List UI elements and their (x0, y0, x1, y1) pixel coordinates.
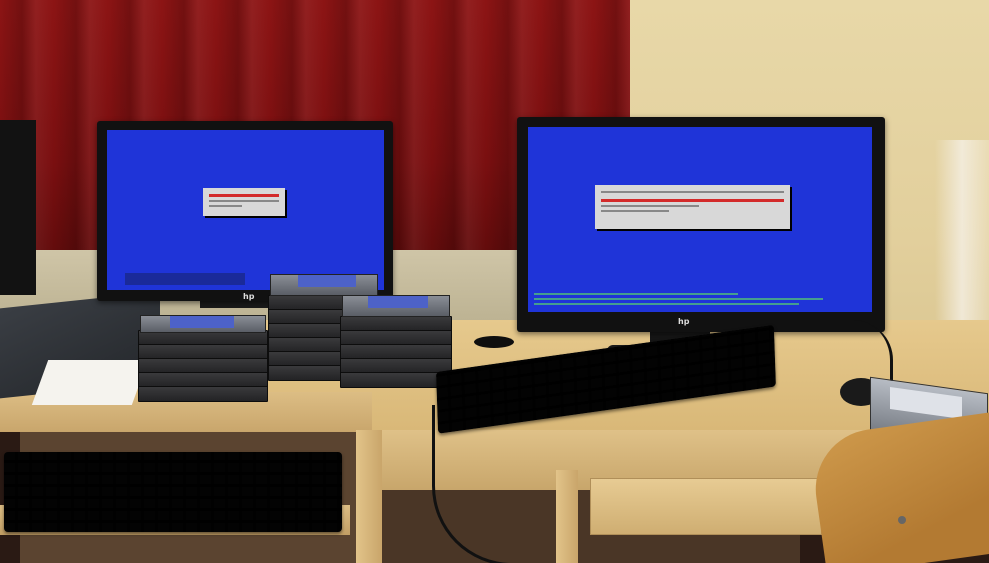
paper-sheet (31, 360, 149, 405)
left-screen-dialog (203, 188, 285, 216)
dialog-highlight-bar (601, 199, 784, 202)
right-screen-console (530, 290, 870, 312)
drive-label (298, 275, 356, 287)
dialog-text-line (601, 210, 670, 212)
drive-label (170, 316, 234, 328)
hard-drive (138, 386, 268, 402)
hp-logo: hp (243, 292, 255, 301)
partial-monitor (0, 120, 36, 295)
dialog-text-line (601, 191, 784, 193)
monitor-base-puck (474, 336, 514, 348)
drive-label (368, 296, 428, 308)
keyboard-left (4, 452, 342, 532)
desk-leg (356, 430, 382, 563)
chair-bolt (898, 516, 906, 524)
hp-logo: hp (678, 317, 690, 326)
photo-scene: hp hp (0, 0, 989, 563)
left-screen-console (125, 273, 245, 285)
dialog-text-line (601, 205, 699, 207)
dialog-highlight-bar (209, 194, 279, 197)
dialog-text-line (209, 205, 242, 207)
right-screen-dialog (595, 185, 790, 229)
keyboard-drawer (590, 478, 822, 535)
dialog-text-line (209, 200, 279, 202)
